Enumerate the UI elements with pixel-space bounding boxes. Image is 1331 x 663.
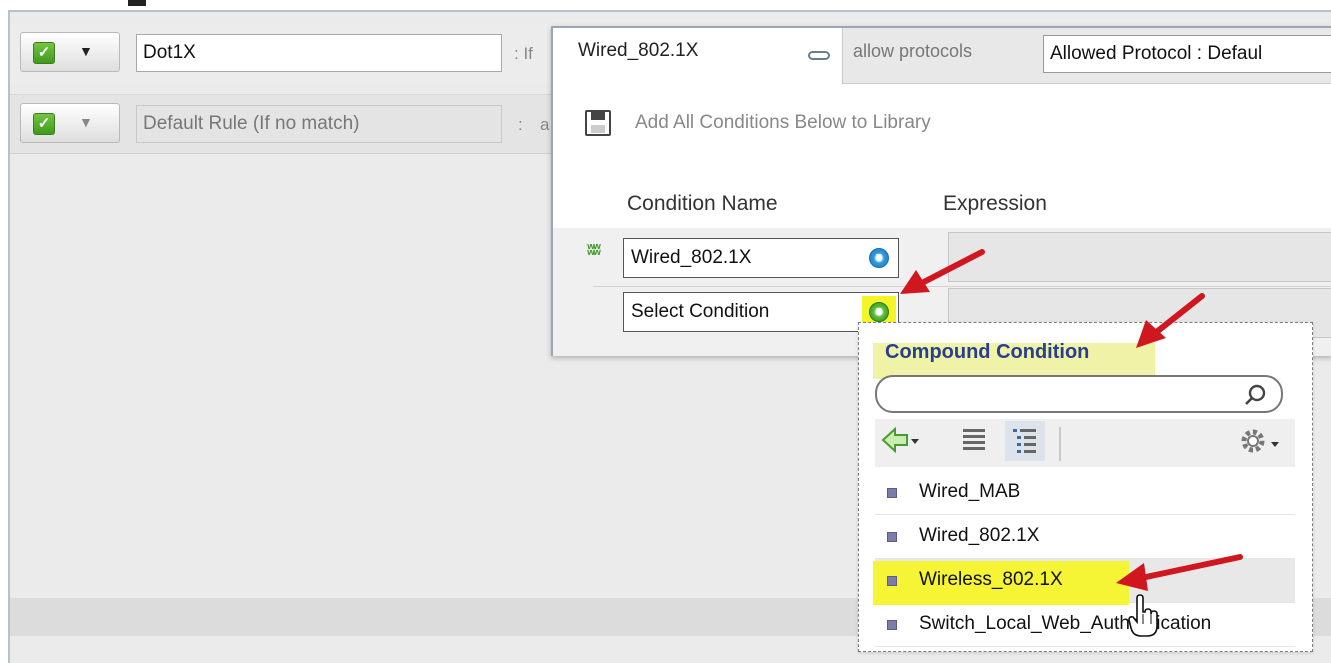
rule-name-field[interactable]: Dot1X <box>136 34 502 72</box>
search-icon[interactable] <box>1243 383 1267 407</box>
top-edge-marker <box>128 0 146 6</box>
compound-condition-header: Compound Condition <box>885 341 1090 363</box>
condition-select-value: Wired_802.1X <box>631 247 752 268</box>
truncated-label: a <box>540 115 550 134</box>
annotation-arrow-icon <box>900 249 985 294</box>
screenshot-frame: ✓ ▼ Dot1X : If ✓ ▼ Default Rule (If no m… <box>0 0 1331 663</box>
enabled-checkbox[interactable]: ✓ <box>33 42 55 64</box>
allow-protocols-label: allow protocols <box>853 41 973 61</box>
policy-rules-panel: ✓ ▼ Dot1X : If ✓ ▼ Default Rule (If no m… <box>8 10 1331 663</box>
condition-bullet-icon <box>887 532 897 542</box>
back-arrow-icon[interactable] <box>881 425 921 462</box>
list-item[interactable]: Wired_MAB <box>875 471 1295 515</box>
protocol-bar: allow protocols Allowed Protocol : Defau… <box>843 28 1331 84</box>
list-item-label: Wireless_802.1X <box>919 569 1063 590</box>
default-rule-name-field: Default Rule (If no match) <box>136 105 502 143</box>
condition-bullet-icon <box>887 576 897 586</box>
annotation-arrow-icon <box>1136 293 1205 348</box>
separator-label: : <box>518 115 523 134</box>
caret-down-icon[interactable]: ▼ <box>79 43 93 59</box>
drag-handle-icon[interactable]: ʬʬ <box>587 242 601 259</box>
search-input[interactable] <box>875 375 1283 413</box>
expression-column-header: Expression <box>943 192 1047 215</box>
list-item-label: Wired_MAB <box>919 481 1021 502</box>
allowed-protocol-select[interactable]: Allowed Protocol : Defaul <box>1043 35 1331 73</box>
condition-tab[interactable]: Wired_802.1X <box>553 28 843 84</box>
condition-bullet-icon <box>887 488 897 498</box>
chevron-down-icon[interactable]: ▼ <box>869 302 889 322</box>
save-disk-icon[interactable] <box>585 110 611 136</box>
gear-icon[interactable] <box>1235 425 1285 464</box>
caret-down-icon[interactable]: ▼ <box>79 114 93 130</box>
toolbar-divider <box>1059 427 1061 461</box>
list-view-icon[interactable] <box>959 425 989 462</box>
add-to-library-action[interactable]: Add All Conditions Below to Library <box>553 94 1331 146</box>
add-to-library-label[interactable]: Add All Conditions Below to Library <box>635 112 931 134</box>
list-item-label: Switch_Local_Web_Authentication <box>919 613 1212 634</box>
condition-name-column-header: Condition Name <box>627 192 778 215</box>
condition-select-value: Select Condition <box>631 301 770 322</box>
if-label: : If <box>514 44 533 63</box>
list-item-label: Wired_802.1X <box>919 525 1040 546</box>
condition-select-wired[interactable]: Wired_802.1X ▼ <box>623 238 899 278</box>
condition-tab-label: Wired_802.1X <box>578 40 699 61</box>
picker-toolbar <box>875 419 1295 467</box>
list-item[interactable]: Switch_Local_Web_Authentication <box>875 603 1295 647</box>
expression-field[interactable] <box>948 232 1331 282</box>
collapse-pill-icon[interactable] <box>808 51 830 60</box>
hand-cursor-icon <box>1128 594 1158 637</box>
chevron-down-icon[interactable]: ▼ <box>869 248 889 268</box>
rule-enable-split-button[interactable]: ✓ ▼ <box>20 103 120 143</box>
condition-bullet-icon <box>887 620 897 630</box>
rule-enable-split-button[interactable]: ✓ ▼ <box>20 32 120 72</box>
enabled-checkbox[interactable]: ✓ <box>33 113 55 135</box>
tree-view-icon[interactable] <box>1005 421 1045 461</box>
